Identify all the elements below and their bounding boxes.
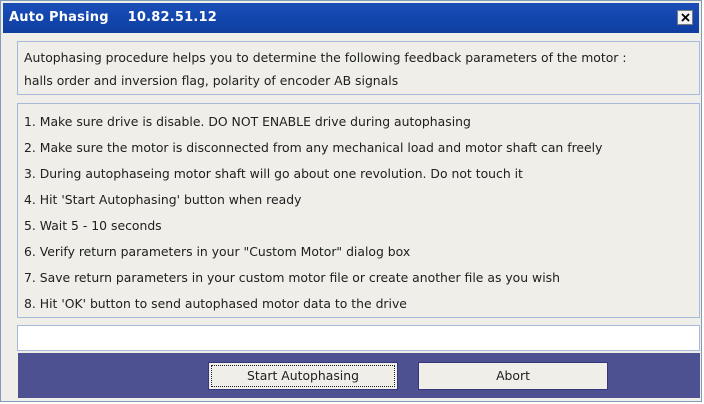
auto-phasing-dialog: Auto Phasing 10.82.51.12 Autophasing pro… (0, 0, 702, 402)
instruction-step: 3. During autophaseing motor shaft will … (24, 166, 523, 181)
intro-line: halls order and inversion flag, polarity… (24, 73, 399, 88)
instructions-panel: 1. Make sure drive is disable. DO NOT EN… (17, 103, 700, 318)
window-title: Auto Phasing 10.82.51.12 (9, 10, 217, 25)
instruction-step: 7. Save return parameters in your custom… (24, 270, 560, 285)
instruction-step: 5. Wait 5 - 10 seconds (24, 218, 162, 233)
instruction-step: 8. Hit 'OK' button to send autophased mo… (24, 296, 407, 311)
instruction-step: 4. Hit 'Start Autophasing' button when r… (24, 192, 302, 207)
close-button[interactable] (677, 10, 693, 25)
focus-ring (211, 365, 395, 387)
status-field (17, 325, 700, 351)
title-bar[interactable]: Auto Phasing 10.82.51.12 (3, 3, 699, 33)
instruction-step: 6. Verify return parameters in your "Cus… (24, 244, 411, 259)
abort-label: Abort (496, 368, 530, 383)
intro-panel: Autophasing procedure helps you to deter… (17, 41, 700, 95)
abort-button[interactable]: Abort (418, 362, 608, 390)
close-icon (681, 13, 690, 22)
instruction-step: 2. Make sure the motor is disconnected f… (24, 140, 603, 155)
button-bar: Start Autophasing Abort (18, 353, 700, 398)
intro-line: Autophasing procedure helps you to deter… (24, 50, 627, 65)
start-autophasing-button[interactable]: Start Autophasing (208, 362, 398, 390)
instruction-step: 1. Make sure drive is disable. DO NOT EN… (24, 114, 471, 129)
